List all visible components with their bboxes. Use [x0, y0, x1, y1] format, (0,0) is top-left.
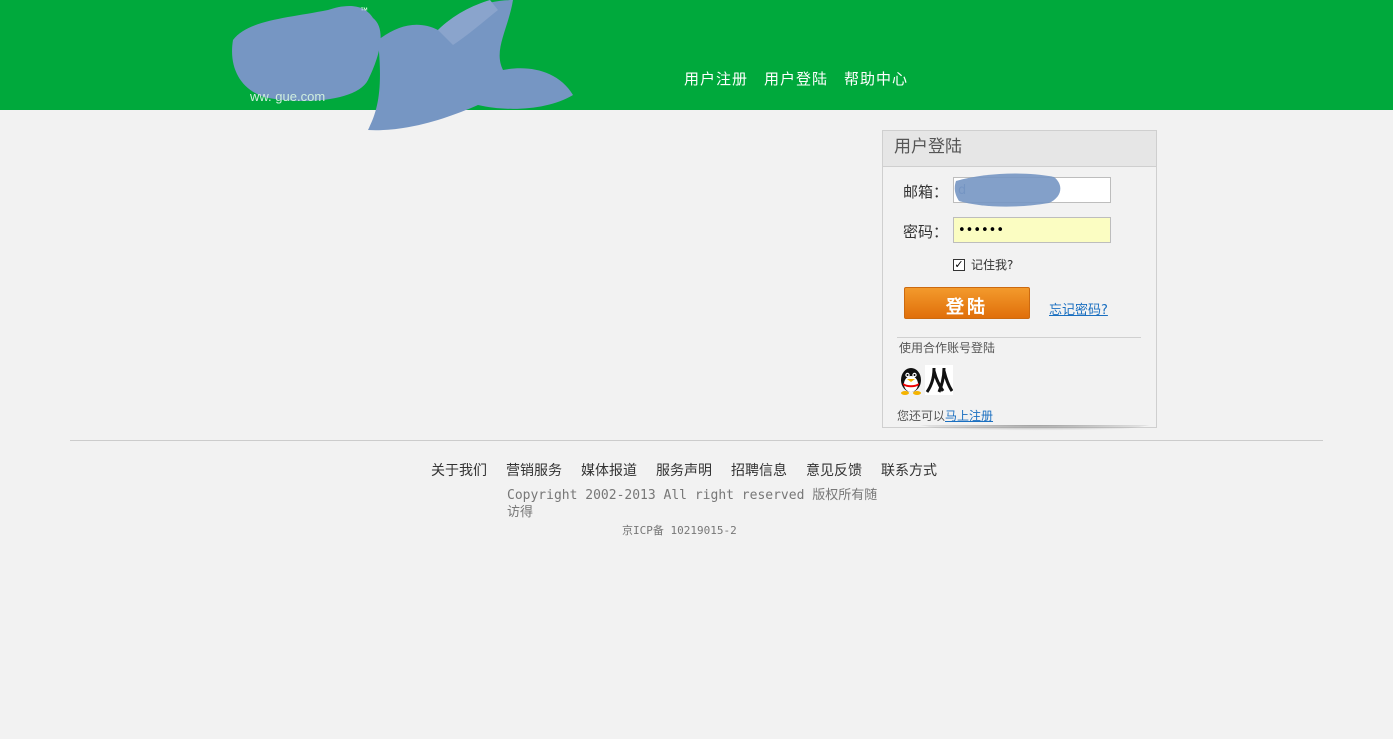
copyright-text: Copyright 2002-2013 All right reserved 版…	[507, 488, 878, 520]
footer-link-marketing[interactable]: 营销服务	[506, 460, 562, 480]
remember-me-label: 记住我?	[971, 258, 1014, 272]
icp-number: 京ICP备 10219015-2	[622, 524, 737, 537]
signup-link[interactable]: 马上注册	[945, 409, 993, 423]
logo-image[interactable]	[228, 0, 578, 132]
divider	[897, 337, 1141, 338]
remember-me-checkbox[interactable]: ✓	[953, 258, 965, 271]
logo-trademark: ™	[360, 6, 368, 15]
partner-login-label: 使用合作账号登陆	[899, 341, 996, 355]
email-label: 邮箱：	[903, 183, 949, 201]
footer-link-contact[interactable]: 联系方式	[881, 460, 937, 480]
login-button[interactable]: 登陆	[904, 287, 1030, 319]
forgot-password-link[interactable]: 忘记密码?	[1049, 299, 1108, 318]
renren-icon[interactable]	[925, 365, 953, 395]
top-nav: 用户注册 用户登陆 帮助中心	[684, 68, 908, 89]
footer-link-jobs[interactable]: 招聘信息	[731, 460, 787, 480]
header-bar: ™ ww. gue.com 用户注册 用户登陆 帮助中心	[0, 0, 1393, 131]
login-panel-title: 用户登陆	[883, 131, 1156, 167]
signup-prefix: 您还可以	[897, 409, 946, 423]
footer-link-terms[interactable]: 服务声明	[656, 460, 712, 480]
logo-url-text: ww. gue.com	[250, 89, 326, 104]
password-label: 密码：	[903, 223, 949, 241]
partner-icons	[897, 365, 953, 395]
email-field[interactable]	[953, 177, 1111, 203]
nav-register-link[interactable]: 用户注册	[684, 68, 748, 89]
footer-link-about[interactable]: 关于我们	[431, 460, 487, 480]
qq-icon[interactable]	[897, 365, 925, 395]
footer-links: 关于我们 营销服务 媒体报道 服务声明 招聘信息 意见反馈 联系方式	[431, 460, 937, 480]
footer-divider	[70, 440, 1323, 441]
signup-row: 您还可以马上注册	[897, 407, 993, 424]
password-field[interactable]	[953, 217, 1111, 243]
login-panel: 用户登陆 邮箱： 密码： ✓ 记住我? 登陆 忘记密码? 使用合作账号登陆	[882, 130, 1157, 428]
nav-login-link[interactable]: 用户登陆	[764, 68, 828, 89]
nav-help-link[interactable]: 帮助中心	[844, 68, 908, 89]
footer-link-media[interactable]: 媒体报道	[581, 460, 637, 480]
remember-me-row: ✓ 记住我?	[953, 256, 1013, 273]
footer-link-feedback[interactable]: 意见反馈	[806, 460, 862, 480]
